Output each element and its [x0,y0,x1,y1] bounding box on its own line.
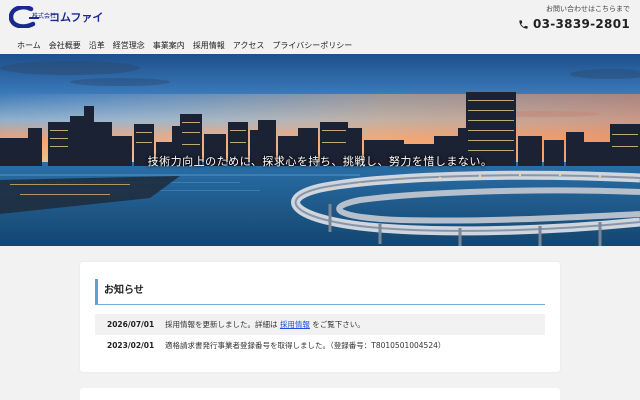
news-date: 2026/07/01 [107,320,155,329]
contact-phone[interactable]: 03-3839-2801 [518,17,630,31]
site-logo[interactable]: 株式会社 コムファイ [9,6,109,28]
news-text: 採用情報を更新しました。詳細は 採用情報 をご覧下さい。 [165,314,365,335]
news-text-before: 採用情報を更新しました。詳細は [165,320,278,329]
phone-icon [519,19,528,29]
nav-item-company[interactable]: 会社概要 [49,37,81,54]
main-nav: ホーム 会社概要 沿革 経営理念 事業案内 採用情報 アクセス プライバシーポリ… [0,37,640,54]
recruit-link[interactable]: 採用情報 [280,320,310,329]
hero-caption: 技術力向上のために、探求心を持ち、挑戦し、努力を惜しまない。 [147,155,493,168]
contact-block: お問い合わせはこちらまで 03-3839-2801 [518,4,630,31]
logo-name: コムファイ [49,11,104,24]
next-section-card [80,388,560,400]
news-section: お知らせ 2026/07/01 採用情報を更新しました。詳細は 採用情報 をご覧… [80,262,560,372]
news-text-after: をご覧下さい。 [312,320,365,329]
site-header: 株式会社 コムファイ お問い合わせはこちらまで 03-3839-2801 [0,0,640,37]
news-date: 2023/02/01 [107,341,155,350]
contact-label: お問い合わせはこちらまで [546,5,630,13]
phone-number: 03-3839-2801 [532,17,630,31]
nav-item-recruit[interactable]: 採用情報 [193,37,225,54]
nav-item-home[interactable]: ホーム [17,37,41,54]
nav-item-business[interactable]: 事業案内 [153,37,185,54]
hero-banner: 技術力向上のために、探求心を持ち、挑戦し、努力を惜しまない。 [0,54,640,246]
nav-item-history[interactable]: 沿革 [89,37,105,54]
news-title: お知らせ [95,279,545,305]
news-item: 2026/07/01 採用情報を更新しました。詳細は 採用情報 をご覧下さい。 [95,314,545,335]
hero-cityscape-image [0,54,640,246]
nav-item-access[interactable]: アクセス [233,37,265,54]
news-item: 2023/02/01 適格請求書発行事業者登録番号を取得しました。（登録番号：T… [95,335,545,356]
nav-item-privacy[interactable]: プライバシーポリシー [272,37,352,54]
news-text: 適格請求書発行事業者登録番号を取得しました。（登録番号：T80105010045… [165,341,446,350]
nav-item-philosophy[interactable]: 経営理念 [113,37,145,54]
